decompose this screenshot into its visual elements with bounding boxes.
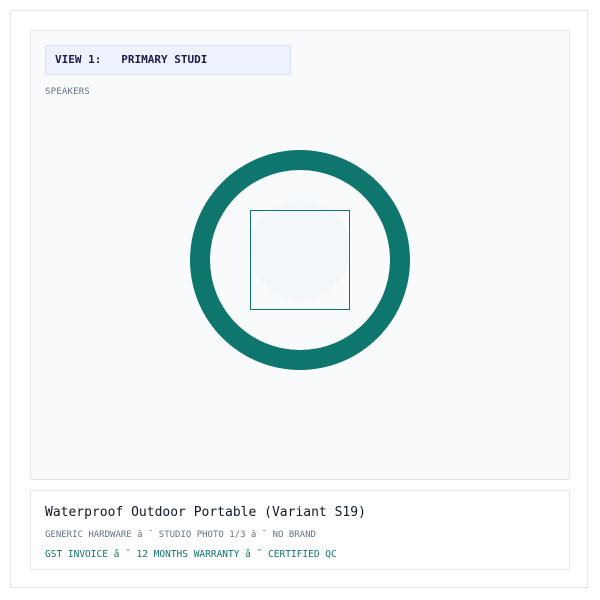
- product-info-panel: Waterproof Outdoor Portable (Variant S19…: [30, 490, 570, 570]
- category-label: SPEAKERS: [45, 87, 90, 97]
- product-photo-panel[interactable]: VIEW 1: PRIMARY STUDI SPEAKERS: [30, 30, 570, 480]
- speaker-driver-frame: [250, 210, 350, 310]
- product-meta: GENERIC HARDWARE â ˘ STUDIO PHOTO 1/3 â …: [45, 530, 316, 540]
- speaker-cone: [210, 170, 390, 350]
- view-tag: VIEW 1: PRIMARY STUDI: [45, 45, 291, 75]
- product-trust-badges: GST INVOICE â ˘ 12 MONTHS WARRANTY â ˘ C…: [45, 549, 337, 560]
- speaker-icon: [190, 150, 410, 370]
- product-title[interactable]: Waterproof Outdoor Portable (Variant S19…: [45, 505, 366, 520]
